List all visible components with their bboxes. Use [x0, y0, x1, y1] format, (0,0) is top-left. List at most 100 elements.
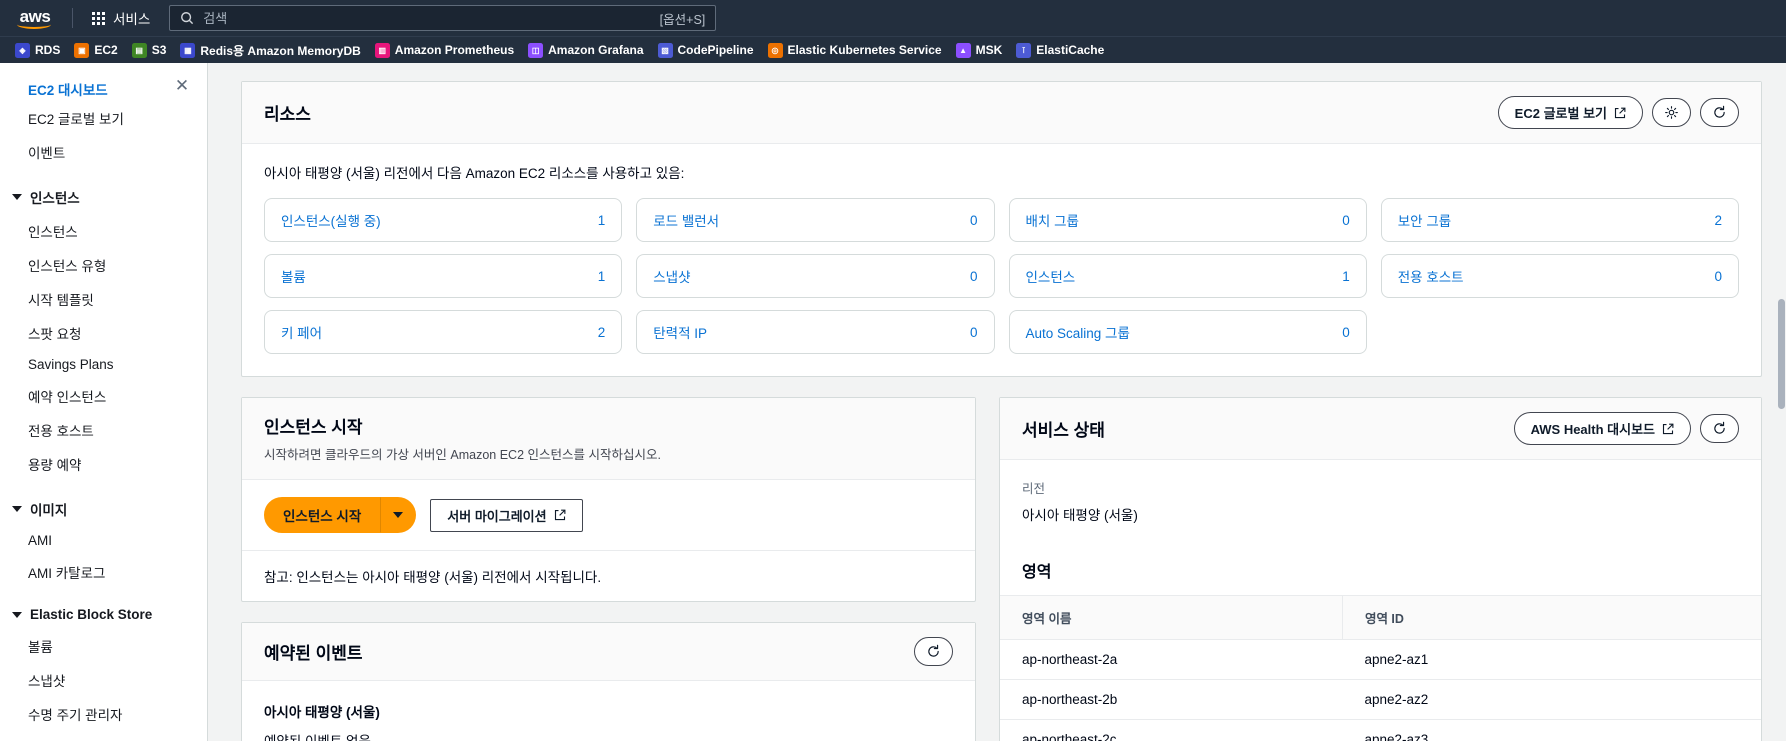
table-row: ap-northeast-2a apne2-az1	[1000, 639, 1761, 680]
sidebar-item-ec2-dashboard[interactable]: EC2 대시보드	[28, 77, 108, 101]
services-menu-button[interactable]: 서비스	[85, 3, 157, 33]
sidebar-nav: EC2 글로벌 보기 이벤트 인스턴스 인스턴스 인스턴스 유형 시작 템플릿 스팟 요청 S…	[0, 101, 207, 741]
resource-tile-로드-밸런서[interactable]: 로드 밸런서 0	[636, 198, 995, 242]
sidebar-item-ec2-글로벌-보기[interactable]: EC2 글로벌 보기	[0, 101, 207, 135]
favorite-link-redis-amazon-memorydb[interactable]: ▦ Redis용 Amazon MemoryDB	[175, 39, 369, 62]
scheduled-events-card: 예약된 이벤트 아시아 태평양 (서울) 예약된 이벤트 없음	[241, 622, 976, 741]
ec2-global-view-label: EC2 글로벌 보기	[1514, 106, 1607, 121]
sidebar-item-ami-카탈로그[interactable]: AMI 카탈로그	[0, 555, 207, 589]
resource-tile-배치-그룹[interactable]: 배치 그룹 0	[1008, 198, 1367, 242]
launch-instance-note: 참고: 인스턴스는 아시아 태평양 (서울) 리전에서 시작됩니다.	[242, 550, 975, 601]
table-row: ap-northeast-2c apne2-az3	[1000, 719, 1761, 741]
sidebar-item-용량-예약[interactable]: 용량 예약	[0, 447, 207, 481]
sidebar-item-스냅샷[interactable]: 스냅샷	[0, 663, 207, 697]
sidebar-item-예약-인스턴스[interactable]: 예약 인스턴스	[0, 379, 207, 413]
global-search-container[interactable]: [옵션+S]	[169, 5, 717, 31]
favorite-link-label: ElastiCache	[1036, 43, 1105, 57]
service-icon: ▲	[955, 42, 971, 58]
service-icon: ▧	[657, 42, 673, 58]
server-migration-button[interactable]: 서버 마이그레이션	[430, 498, 583, 532]
service-health-refresh-button[interactable]	[1700, 414, 1739, 443]
favorite-link-s3[interactable]: ▤ S3	[127, 40, 176, 61]
resource-tile-인스턴스[interactable]: 인스턴스 1	[1008, 254, 1367, 298]
sidebar-group-이미지[interactable]: 이미지	[0, 490, 207, 526]
resource-tile-count: 1	[1342, 268, 1350, 284]
server-migration-label: 서버 마이그레이션	[447, 508, 547, 524]
service-icon: ⊺	[1016, 42, 1032, 58]
page-title: 리소스	[264, 105, 311, 124]
launch-instance-actions: 인스턴스 시작 서버 마이그레이션	[242, 480, 975, 550]
settings-button[interactable]	[1652, 98, 1691, 127]
refresh-button[interactable]	[1700, 98, 1739, 127]
page-scrollbar[interactable]	[1776, 63, 1786, 741]
resource-tile-placeholder	[1380, 310, 1739, 354]
sidebar-item-ami[interactable]: AMI	[0, 526, 207, 555]
resource-tile-키-페어[interactable]: 키 페어 2	[264, 310, 623, 354]
launch-instance-button[interactable]: 인스턴스 시작	[264, 497, 381, 533]
grid-icon	[92, 11, 105, 25]
favorite-link-amazon-grafana[interactable]: ◫ Amazon Grafana	[523, 40, 652, 61]
favorite-link-codepipeline[interactable]: ▧ CodePipeline	[653, 40, 763, 61]
favorite-link-amazon-prometheus[interactable]: ▥ Amazon Prometheus	[370, 40, 523, 61]
sidebar-item-전용-호스트[interactable]: 전용 호스트	[0, 413, 207, 447]
sidebar-group-인스턴스[interactable]: 인스턴스	[0, 178, 207, 214]
resource-tile-볼륨[interactable]: 볼륨 1	[264, 254, 623, 298]
page-scrollbar-thumb[interactable]	[1778, 299, 1785, 409]
launch-instance-subtitle: 시작하려면 클라우드의 가상 서버인 Amazon EC2 인스턴스를 시작하십…	[264, 448, 661, 462]
resource-tile-전용-호스트[interactable]: 전용 호스트 0	[1380, 254, 1739, 298]
ec2-global-view-button[interactable]: EC2 글로벌 보기	[1497, 96, 1643, 129]
sidebar-item-시작-템플릿[interactable]: 시작 템플릿	[0, 282, 207, 316]
sidebar-group-elastic-block-store[interactable]: Elastic Block Store	[0, 598, 207, 629]
resource-tile-label: 인스턴스(실행 중)	[281, 214, 381, 229]
resource-tile-탄력적-ip[interactable]: 탄력적 IP 0	[636, 310, 995, 354]
resource-tile-스냅샷[interactable]: 스냅샷 0	[636, 254, 995, 298]
right-column: 서비스 상태 AWS Health 대시보드 리전 아시아 태평양 (서울) 영…	[999, 397, 1762, 741]
favorite-link-rds[interactable]: ◈ RDS	[10, 40, 69, 61]
service-icon: ▣	[74, 42, 90, 58]
favorite-link-elasticache[interactable]: ⊺ ElastiCache	[1011, 40, 1113, 61]
favorite-link-label: S3	[151, 43, 167, 57]
sidebar-item-인스턴스[interactable]: 인스턴스	[0, 214, 207, 248]
resource-tile-label: Auto Scaling 그룹	[1025, 326, 1130, 341]
resource-tile-label: 배치 그룹	[1025, 214, 1079, 229]
launch-instance-dropdown-button[interactable]	[380, 497, 417, 533]
close-icon[interactable]: ✕	[171, 74, 193, 96]
resource-tile-count: 0	[1714, 268, 1722, 284]
sidebar-group-label: 이미지	[30, 503, 68, 518]
sidebar-item-수명-주기-관리자[interactable]: 수명 주기 관리자	[0, 697, 207, 731]
search-input[interactable]	[203, 10, 651, 26]
resources-description: 아시아 태평양 (서울) 리전에서 다음 Amazon EC2 리소스를 사용하…	[264, 166, 685, 181]
favorite-link-label: Amazon Prometheus	[394, 43, 515, 57]
sidebar-item-인스턴스-유형[interactable]: 인스턴스 유형	[0, 248, 207, 282]
sidebar-item-savings-plans[interactable]: Savings Plans	[0, 350, 207, 379]
service-icon: ◫	[528, 42, 544, 58]
scheduled-events-region: 아시아 태평양 (서울)	[264, 705, 380, 720]
sidebar-item-스팟-요청[interactable]: 스팟 요청	[0, 316, 207, 350]
sidebar-group-label: Elastic Block Store	[30, 607, 153, 622]
favorite-link-elastic-kubernetes-service[interactable]: ◎ Elastic Kubernetes Service	[763, 40, 951, 61]
favorite-link-ec2[interactable]: ▣ EC2	[69, 40, 126, 61]
zone-id-cell: apne2-az3	[1342, 719, 1761, 741]
resource-tile-label: 볼륨	[281, 270, 306, 285]
resource-tile-보안-그룹[interactable]: 보안 그룹 2	[1380, 198, 1739, 242]
services-menu-label: 서비스	[113, 12, 151, 27]
resource-tile-label: 보안 그룹	[1397, 214, 1452, 229]
aws-logo[interactable]: aws	[12, 4, 58, 32]
service-icon: ◎	[767, 42, 783, 58]
resource-tile-인스턴스-실행-중[interactable]: 인스턴스(실행 중) 1	[264, 198, 623, 242]
resource-tile-auto-scaling-그룹[interactable]: Auto Scaling 그룹 0	[1008, 310, 1367, 354]
left-column: 인스턴스 시작 시작하려면 클라우드의 가상 서버인 Amazon EC2 인스…	[241, 397, 976, 741]
launch-instance-header: 인스턴스 시작 시작하려면 클라우드의 가상 서버인 Amazon EC2 인스…	[242, 398, 975, 480]
scheduled-events-refresh-button[interactable]	[914, 637, 953, 666]
sidebar-item-이벤트[interactable]: 이벤트	[0, 135, 207, 169]
caret-down-icon	[12, 194, 22, 200]
favorite-link-label: Elastic Kubernetes Service	[787, 43, 942, 57]
aws-health-dashboard-button[interactable]: AWS Health 대시보드	[1513, 412, 1691, 445]
scheduled-events-header: 예약된 이벤트	[242, 623, 975, 681]
sidebar-item-볼륨[interactable]: 볼륨	[0, 629, 207, 663]
zones-column-name: 영역 이름	[1000, 596, 1343, 640]
favorite-link-msk[interactable]: ▲ MSK	[951, 40, 1012, 61]
gear-icon	[1665, 106, 1678, 119]
external-link-icon	[554, 509, 566, 521]
zone-id-cell: apne2-az1	[1342, 639, 1761, 680]
